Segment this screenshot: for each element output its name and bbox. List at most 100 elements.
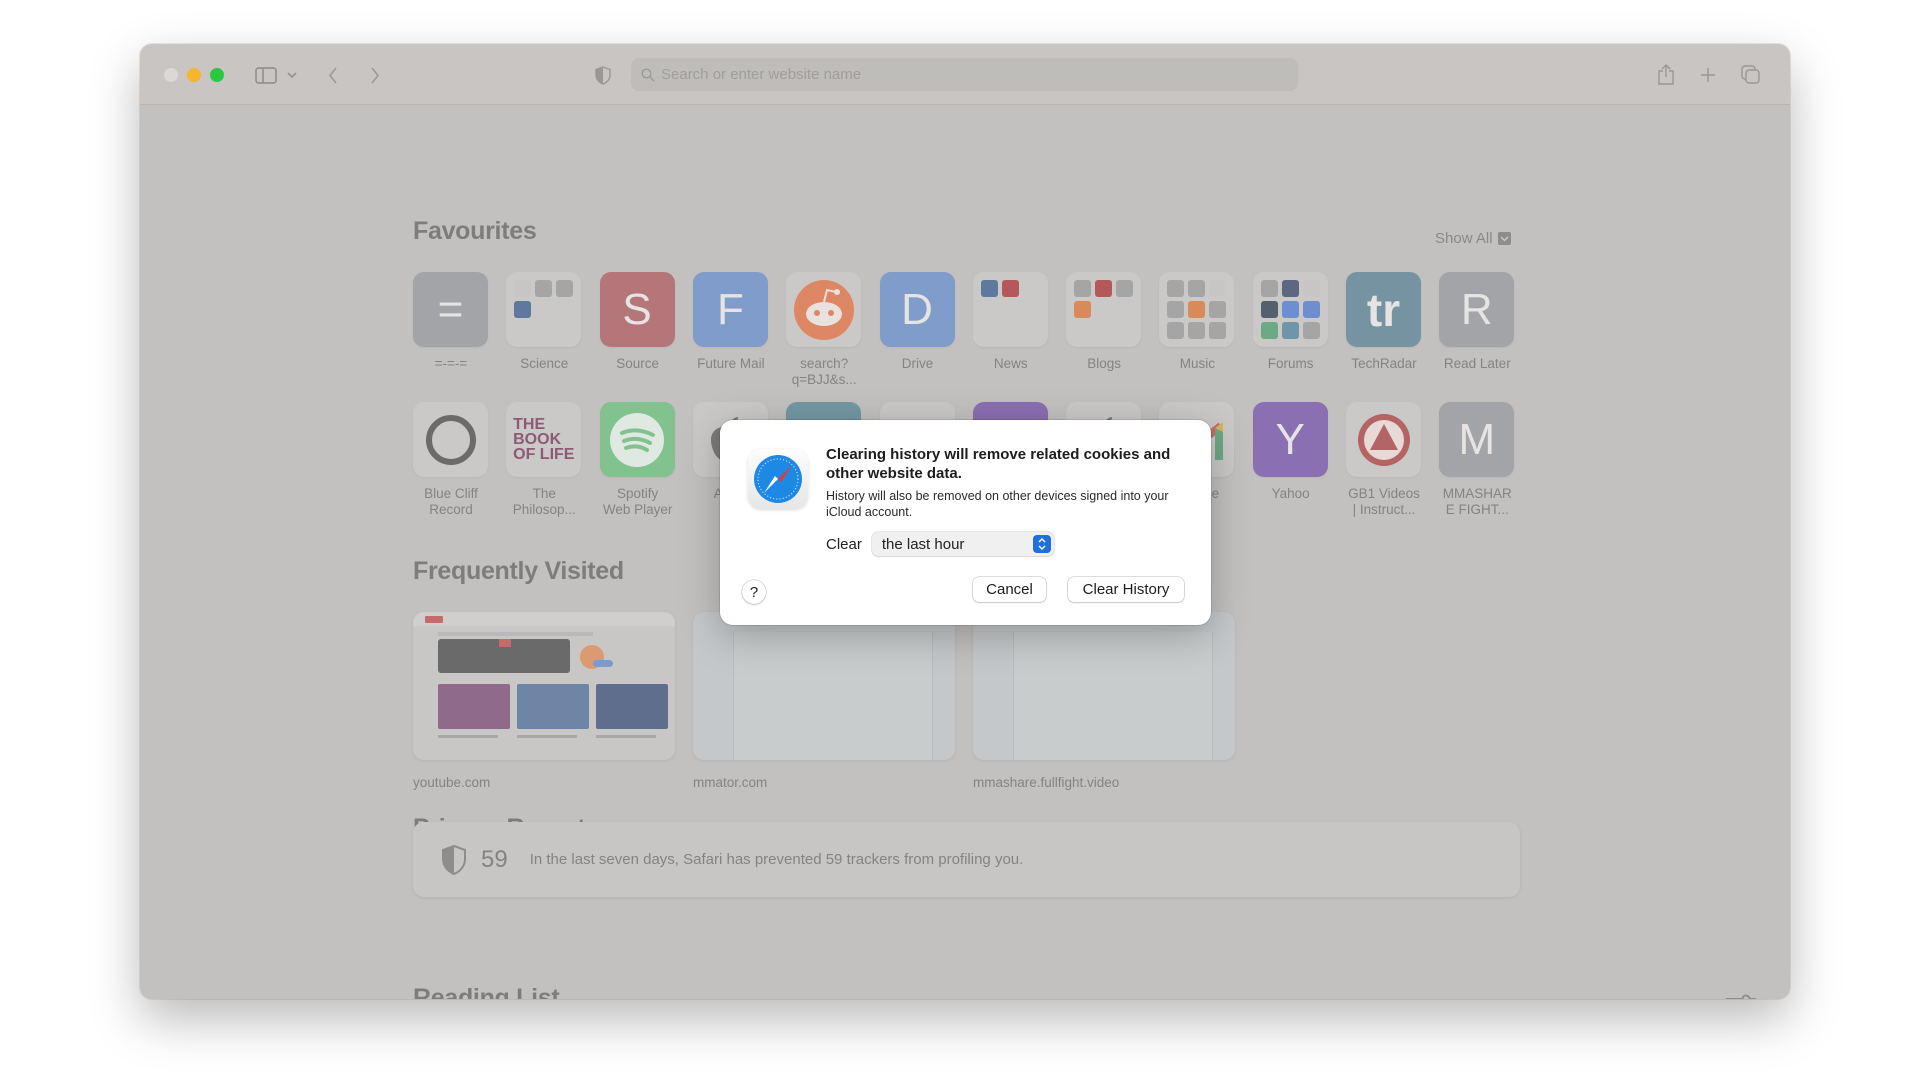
gracie-barra-logo: [1346, 402, 1421, 477]
favourite-item[interactable]: Forums: [1252, 272, 1329, 372]
favourite-item[interactable]: F Future Mail: [692, 272, 769, 372]
favourite-item[interactable]: THE BOOK OF LIFE The Philosop...: [506, 402, 582, 518]
frequent-site-mmator[interactable]: mmator.com: [693, 612, 955, 790]
favourite-item[interactable]: Y Yahoo: [1252, 402, 1329, 502]
favourite-label: Drive: [901, 356, 934, 371]
customize-start-page-button[interactable]: [1725, 994, 1757, 999]
favourite-icon: Y: [1252, 402, 1328, 477]
favourite-label: Future Mail: [697, 356, 765, 371]
folder-mini-icon: [514, 280, 532, 297]
favourite-item[interactable]: tr TechRadar: [1346, 272, 1422, 372]
favourite-label: Blogs: [1087, 356, 1121, 371]
folder-mini-icon: [1209, 322, 1227, 339]
book-of-life-logo: THE BOOK OF LIFE: [513, 416, 575, 463]
favourite-glyph: M: [1458, 414, 1496, 464]
folder-mini-icon: [1302, 301, 1320, 318]
folder-mini-icon: [1188, 280, 1206, 297]
dialog-message: History will also be removed on other de…: [826, 489, 1169, 519]
favourite-icon: THE BOOK OF LIFE: [506, 402, 582, 477]
privacy-shield-icon[interactable]: [593, 60, 613, 90]
favourite-label: Science: [520, 356, 569, 371]
favourite-icon: [1159, 272, 1235, 347]
favourite-icon: D: [879, 272, 955, 347]
favourite-glyph: S: [622, 284, 652, 334]
sidebar-icon[interactable]: [253, 60, 279, 90]
favourite-item[interactable]: Spotify Web Player: [599, 402, 676, 518]
chevron-down-icon: [1497, 232, 1511, 245]
folder-mini-icon: [1209, 280, 1227, 297]
cancel-button[interactable]: Cancel: [973, 577, 1046, 602]
folder-mini-icon: [1281, 322, 1299, 339]
folder-mini-icon: [1074, 280, 1092, 297]
favourite-glyph: R: [1460, 284, 1493, 334]
folder-mini-icon: [1167, 322, 1185, 339]
favourite-item[interactable]: GB1 Videos | Instruct...: [1346, 402, 1422, 518]
dialog-title: Clearing history will remove related coo…: [826, 446, 1171, 482]
close-window-button[interactable]: [164, 68, 178, 82]
favourite-label: Blue Cliff Record: [424, 486, 478, 517]
tab-overview-icon[interactable]: [1740, 60, 1762, 90]
favourite-label: TechRadar: [1351, 356, 1417, 371]
favourite-label: MMASHAR E FIGHT...: [1442, 486, 1512, 517]
folder-mini-icon: [1074, 301, 1092, 318]
favourite-icon: [1346, 402, 1421, 477]
favourite-label: Read Later: [1443, 356, 1511, 371]
folder-mini-icon: [1260, 280, 1278, 297]
favourite-glyph: F: [716, 284, 744, 334]
favourite-item[interactable]: R Read Later: [1439, 272, 1515, 372]
address-placeholder: Search or enter website name: [661, 66, 862, 83]
show-all-button[interactable]: Show All: [1435, 230, 1511, 247]
clear-range-label: Clear: [826, 535, 862, 553]
favourite-icon: [1066, 272, 1142, 347]
maximize-window-button[interactable]: [210, 68, 224, 82]
favourite-label: GB1 Videos | Instruct...: [1348, 486, 1420, 517]
shield-icon: [442, 844, 466, 875]
favourite-item[interactable]: = =-=-=: [413, 272, 489, 372]
favourite-glyph: D: [901, 284, 933, 334]
help-button[interactable]: ?: [742, 580, 766, 604]
favourite-label: News: [993, 356, 1028, 371]
chevron-down-icon[interactable]: [285, 60, 299, 90]
favourite-item[interactable]: Science: [506, 272, 582, 372]
new-tab-icon[interactable]: [1697, 60, 1719, 90]
clear-range-select[interactable]: the last hour: [871, 532, 1054, 556]
clear-range-value: the last hour: [881, 535, 965, 553]
favourite-icon: [506, 272, 582, 347]
favourite-item[interactable]: S Source: [599, 272, 676, 372]
favourite-label: Spotify Web Player: [602, 486, 673, 517]
favourite-item[interactable]: M MMASHAR E FIGHT...: [1439, 402, 1515, 518]
favourite-item[interactable]: D Drive: [879, 272, 956, 372]
folder-mini-icon: [1209, 301, 1227, 318]
frequent-site-mmashare[interactable]: mmashare.fullfight.video: [973, 612, 1235, 790]
forward-icon[interactable]: [365, 60, 385, 90]
favourite-icon: S: [599, 272, 675, 347]
clear-history-button[interactable]: Clear History: [1068, 577, 1184, 602]
frequent-site-youtube[interactable]: youtube.com: [413, 612, 675, 790]
favourite-item[interactable]: News: [972, 272, 1049, 372]
favourite-icon: =: [413, 272, 488, 347]
favourite-icon: [413, 402, 488, 477]
site-thumbnail: [973, 612, 1235, 760]
favourite-glyph: Y: [1275, 414, 1305, 464]
folder-mini-icon: [980, 280, 998, 297]
favourite-item[interactable]: Music: [1159, 272, 1235, 372]
spotify-icon: [600, 402, 675, 477]
favourite-icon: [972, 272, 1048, 347]
favourites-title: Favourites: [413, 217, 537, 245]
site-thumbnail: [693, 612, 955, 760]
favourite-item[interactable]: Blue Cliff Record: [413, 402, 489, 518]
favourite-icon: tr: [1346, 272, 1421, 347]
site-label: mmashare.fullfight.video: [973, 775, 1120, 790]
favourite-label: The Philosop...: [512, 486, 576, 517]
minimize-window-button[interactable]: [187, 68, 201, 82]
favourite-item[interactable]: Blogs: [1066, 272, 1142, 372]
favourite-icon: M: [1439, 402, 1515, 477]
folder-mini-icon: [1167, 280, 1185, 297]
privacy-report-card[interactable]: 59 In the last seven days, Safari has pr…: [413, 822, 1520, 897]
share-icon[interactable]: [1655, 60, 1677, 90]
favourite-item[interactable]: search? q=BJJ&s...: [786, 272, 862, 388]
favourite-glyph: tr: [1366, 283, 1401, 336]
address-bar[interactable]: Search or enter website name: [631, 58, 1298, 91]
clear-range-row: Clear the last hour: [826, 532, 1054, 556]
back-icon[interactable]: [323, 60, 343, 90]
